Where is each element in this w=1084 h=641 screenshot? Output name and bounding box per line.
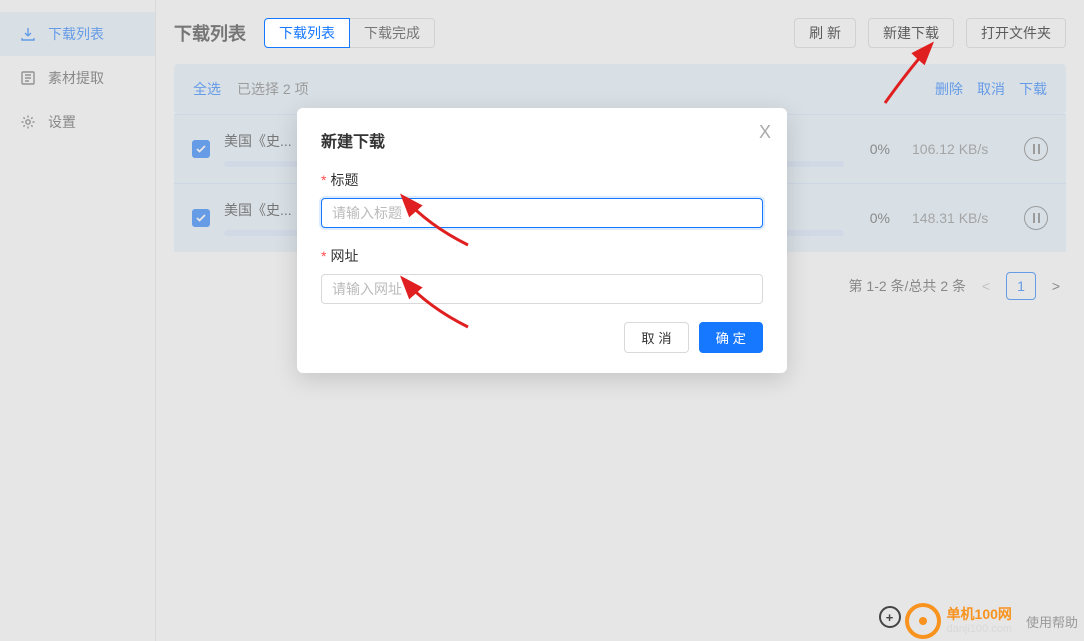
watermark: + 单机100网 danji100.com 使用帮助	[879, 603, 1078, 639]
close-icon[interactable]: X	[759, 122, 771, 143]
modal-overlay[interactable]: X 新建下载 *标题 *网址 取 消 确 定	[0, 0, 1084, 641]
watermark-logo	[905, 603, 941, 639]
plus-icon: +	[879, 606, 901, 628]
title-input[interactable]	[321, 198, 763, 228]
modal-title: 新建下载	[321, 128, 763, 152]
modal-cancel-button[interactable]: 取 消	[624, 322, 688, 353]
title-label: *标题	[321, 170, 763, 190]
url-label: *网址	[321, 246, 763, 266]
modal-confirm-button[interactable]: 确 定	[699, 322, 763, 353]
tab-download-list[interactable]: 下载列表	[264, 18, 350, 48]
help-link[interactable]: 使用帮助	[1026, 612, 1078, 631]
url-input[interactable]	[321, 274, 763, 304]
watermark-text: 单机100网	[947, 607, 1012, 622]
watermark-url: danji100.com	[947, 623, 1012, 635]
new-download-modal: X 新建下载 *标题 *网址 取 消 确 定	[297, 108, 787, 373]
